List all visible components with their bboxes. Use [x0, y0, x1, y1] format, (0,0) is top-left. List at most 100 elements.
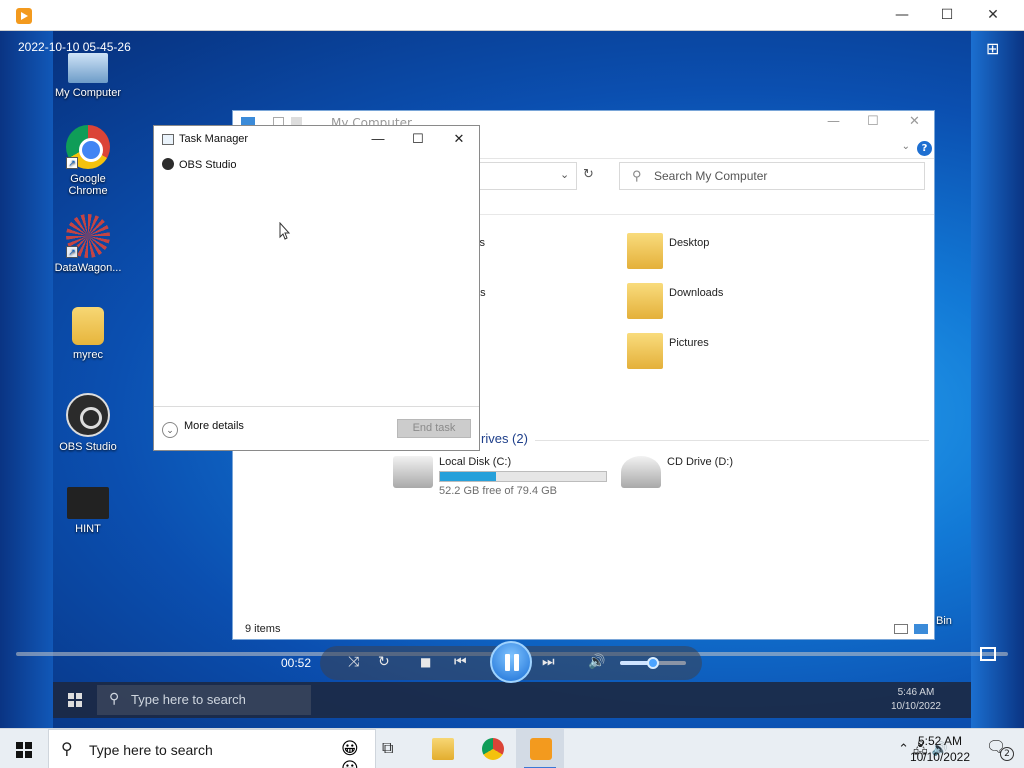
- folder-icon: [72, 307, 104, 345]
- details-view-icon[interactable]: [894, 624, 908, 634]
- desktop-folder-icon: [627, 233, 663, 269]
- large-icons-view-icon[interactable]: [914, 624, 928, 634]
- taskbar-file-explorer[interactable]: [418, 729, 466, 768]
- desktop-icon-label: My Computer: [54, 87, 122, 99]
- taskbar-time: 5:52 AM: [917, 734, 962, 748]
- next-icon[interactable]: ⏭: [542, 654, 555, 670]
- address-dropdown-icon[interactable]: ⌄: [560, 168, 569, 181]
- drive-label: Local Disk (C:): [439, 456, 512, 468]
- volume-icon[interactable]: 🔊: [588, 654, 605, 670]
- search-box[interactable]: ⚲ Search My Computer: [619, 162, 925, 190]
- minimize-button[interactable]: —: [880, 4, 924, 26]
- desktop-icon-myrec[interactable]: myrec: [50, 307, 126, 361]
- datawagon-icon: ↗: [66, 214, 110, 258]
- desktop-icon-chrome[interactable]: ↗ Google Chrome: [50, 125, 126, 197]
- file-explorer-icon: [432, 738, 454, 760]
- recorded-clock: 5:46 AM 10/10/2022: [891, 686, 941, 714]
- search-placeholder: Search My Computer: [654, 169, 768, 183]
- mouse-cursor-icon: [279, 222, 291, 240]
- media-player-icon: [16, 8, 32, 24]
- shuffle-icon[interactable]: ⤨: [348, 654, 359, 670]
- my-computer-icon: [68, 53, 108, 83]
- desktop-icon-label: myrec: [73, 349, 103, 361]
- help-icon[interactable]: ?: [917, 141, 932, 156]
- windows-logo-icon: [16, 742, 32, 758]
- more-details-label: More details: [184, 420, 244, 432]
- media-player-icon: [530, 738, 552, 760]
- recorded-desktop: My Computer ↗ Google Chrome ↗ DataWagon.…: [0, 31, 1024, 728]
- task-manager-title-bar: Task Manager — ☐ ✕: [154, 126, 479, 154]
- notification-count: 2: [1000, 747, 1014, 761]
- volume-slider[interactable]: [620, 657, 686, 669]
- elapsed-time: 00:52: [281, 656, 312, 670]
- folder-label: Downloads: [669, 287, 724, 299]
- taskbar: ⚲ Type here to search 😀😀😀 ⧉ ⌃ 🖧 🔊 5:52 A…: [0, 728, 1024, 768]
- taskbar-search-placeholder: Type here to search: [89, 742, 213, 758]
- task-manager-close-button[interactable]: ✕: [444, 131, 474, 147]
- drive-usage-bar: [439, 471, 607, 482]
- recorded-date: 10/10/2022: [890, 701, 941, 712]
- taskbar-media-player[interactable]: [516, 729, 564, 768]
- desktop-icon-label: HINT: [75, 523, 101, 535]
- task-manager-footer: ⌄ More details End task: [154, 406, 479, 450]
- chrome-icon: [482, 738, 504, 760]
- hard-drive-icon: [393, 456, 433, 488]
- taskbar-clock[interactable]: 5:52 AM 10/10/2022: [910, 733, 970, 765]
- recorded-start-icon: [68, 693, 82, 707]
- taskbar-date: 10/10/2022: [909, 750, 970, 764]
- explorer-minimize-button[interactable]: —: [827, 114, 840, 129]
- more-details-toggle[interactable]: ⌄ More details: [162, 420, 244, 438]
- notifications-button[interactable]: 🗨 2: [986, 737, 1014, 761]
- shortcut-arrow-icon: ↗: [66, 157, 78, 169]
- desktop-icon-hint[interactable]: HINT: [50, 479, 126, 535]
- desktop-edge-right: [971, 31, 1024, 728]
- explorer-close-button[interactable]: ✕: [909, 114, 920, 129]
- obs-icon: [162, 158, 174, 170]
- task-manager-maximize-button[interactable]: ☐: [403, 131, 433, 147]
- item-count: 9 items: [245, 623, 281, 635]
- start-button[interactable]: [0, 729, 48, 768]
- chevron-down-icon: ⌄: [162, 422, 178, 438]
- process-row-obs[interactable]: OBS Studio: [162, 158, 236, 171]
- ribbon-expand-icon[interactable]: ⌄: [902, 141, 910, 152]
- video-area[interactable]: My Computer ↗ Google Chrome ↗ DataWagon.…: [0, 31, 1024, 728]
- previous-icon[interactable]: ⏮: [454, 654, 467, 670]
- recorded-taskbar: ⚲ Type here to search 5:46 AM 10/10/2022: [53, 682, 971, 718]
- drive-free-space: 52.2 GB free of 79.4 GB: [439, 485, 558, 497]
- desktop-icon-obs[interactable]: OBS Studio: [50, 393, 126, 453]
- volume-slider-thumb[interactable]: [647, 657, 659, 669]
- task-manager-window: Task Manager — ☐ ✕ OBS Studio ⌄ More deta…: [153, 125, 480, 451]
- drives-group-divider: [535, 440, 929, 441]
- close-button[interactable]: ✕: [971, 4, 1015, 26]
- obs-icon: [66, 393, 110, 437]
- hint-video-icon: [67, 487, 109, 519]
- pause-button[interactable]: [490, 641, 532, 683]
- recycle-bin-label[interactable]: Bin: [936, 615, 952, 627]
- task-manager-minimize-button[interactable]: —: [363, 131, 393, 146]
- compact-view-icon[interactable]: ⊞: [986, 39, 1006, 58]
- fullscreen-icon[interactable]: [980, 647, 996, 661]
- search-icon: ⚲: [109, 690, 120, 706]
- refresh-icon[interactable]: ↻: [583, 167, 594, 182]
- desktop-icon-label: OBS Studio: [59, 441, 117, 453]
- recorded-time: 5:46 AM: [897, 687, 935, 698]
- explorer-maximize-button[interactable]: ☐: [867, 114, 879, 129]
- maximize-button[interactable]: ☐: [925, 4, 969, 26]
- recorded-search-box: ⚲ Type here to search: [97, 685, 311, 715]
- player-title-bar: — ☐ ✕: [0, 0, 1024, 31]
- taskbar-search-box[interactable]: ⚲ Type here to search 😀😀😀: [48, 729, 376, 768]
- repeat-icon[interactable]: ↻: [378, 654, 390, 670]
- desktop-edge-left: [0, 31, 53, 728]
- stop-icon[interactable]: ■: [420, 655, 431, 669]
- shortcut-arrow-icon: ↗: [66, 246, 78, 258]
- search-icon: ⚲: [61, 739, 73, 758]
- show-hidden-icons-icon[interactable]: ⌃: [898, 742, 909, 757]
- search-icon: ⚲: [632, 168, 642, 183]
- pictures-folder-icon: [627, 333, 663, 369]
- task-view-button[interactable]: ⧉: [368, 729, 416, 768]
- end-task-button[interactable]: End task: [397, 419, 471, 438]
- drives-group-heading[interactable]: rives (2): [481, 431, 528, 446]
- taskbar-chrome[interactable]: [468, 729, 516, 768]
- drive-usage-fill: [440, 472, 497, 481]
- desktop-icon-datawagon[interactable]: ↗ DataWagon...: [50, 214, 126, 274]
